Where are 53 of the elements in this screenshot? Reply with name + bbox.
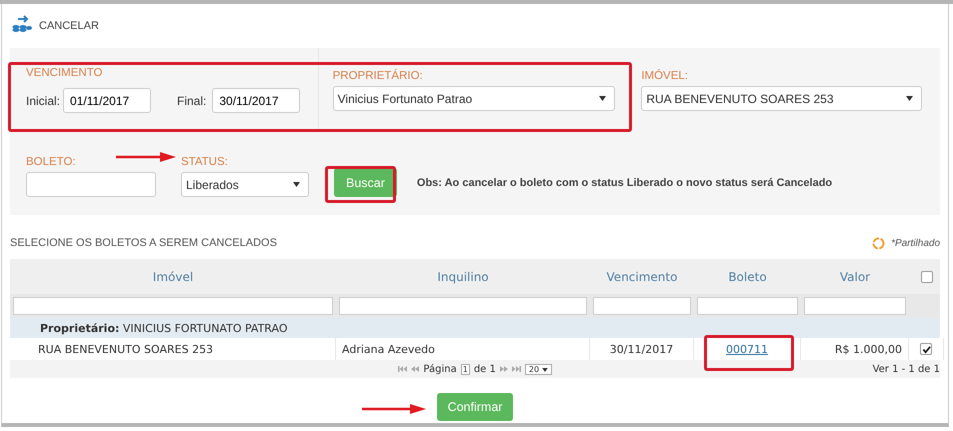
table-cell: 30/11/2017 xyxy=(590,338,694,360)
page-field[interactable]: 1 xyxy=(460,364,470,374)
column-header[interactable]: Imóvel xyxy=(10,270,336,284)
section-title: SELECIONE OS BOLETOS A SEREM CANCELADOS xyxy=(10,237,277,249)
caret-icon xyxy=(293,182,300,187)
boleto-link[interactable]: 000711 xyxy=(726,342,768,356)
field-label: VENCIMENTO xyxy=(26,67,102,79)
table-cell: R$ 1.000,00 xyxy=(801,338,909,360)
date-field[interactable]: 30/11/2017 xyxy=(212,88,300,113)
column-header[interactable]: Valor xyxy=(801,270,909,284)
field-label: PROPRIETÁRIO: xyxy=(332,70,423,82)
field-label: IMÓVEL: xyxy=(641,70,688,82)
column-header[interactable]: Inquilino xyxy=(336,270,590,284)
table-cell: RUA BENEVENUTO SOARES 253 xyxy=(10,338,336,360)
last-page-icon[interactable] xyxy=(512,366,521,372)
page-label: Página xyxy=(423,364,457,374)
filter-field[interactable] xyxy=(697,297,798,315)
field-label: BOLETO: xyxy=(26,156,76,168)
status-dropdown[interactable]: Liberados xyxy=(181,172,309,197)
arrow-icon xyxy=(362,403,426,415)
caret-icon xyxy=(542,368,548,372)
date-field[interactable]: 01/11/2017 xyxy=(63,88,152,113)
group-label: Proprietário: VINICIUS FORTUNATO PATRAO xyxy=(40,322,288,334)
coins-arrow-icon xyxy=(12,15,32,33)
select-all-checkbox[interactable] xyxy=(920,270,932,282)
note-text: Obs: Ao cancelar o boleto com o status Liberado o novo status será Cancelado xyxy=(416,177,832,189)
filter-field[interactable] xyxy=(339,297,587,315)
caret-icon xyxy=(906,96,913,101)
table-cell: Adriana Azevedo xyxy=(336,338,590,360)
prev-page-icon[interactable] xyxy=(411,366,420,372)
filter-field[interactable] xyxy=(593,297,691,315)
arrow-icon xyxy=(116,151,176,163)
caret-icon xyxy=(599,96,606,101)
page-count: de 1 xyxy=(474,364,496,374)
legend-text: *Partilhado xyxy=(891,238,940,248)
page-size-dropdown[interactable]: 20 xyxy=(524,364,552,374)
highlight-frame xyxy=(325,166,396,203)
field-label: STATUS: xyxy=(181,156,228,168)
field-label: Inicial: xyxy=(26,94,60,108)
next-page-icon[interactable] xyxy=(500,366,508,372)
filter-field[interactable] xyxy=(804,297,906,315)
owner-dropdown[interactable]: Vinicius Fortunato Patrao xyxy=(332,86,616,111)
column-header[interactable]: Vencimento xyxy=(590,270,694,284)
refresh-icon xyxy=(872,236,886,250)
column-header[interactable]: Boleto xyxy=(694,270,801,284)
filter-field[interactable] xyxy=(13,297,333,315)
first-page-icon[interactable] xyxy=(398,366,408,372)
record-count: Ver 1 - 1 de 1 xyxy=(872,364,940,374)
boleto-field[interactable] xyxy=(26,172,156,197)
property-dropdown[interactable]: RUA BENEVENUTO SOARES 253 xyxy=(641,86,922,111)
page-title: CANCELAR xyxy=(39,19,99,32)
row-checkbox[interactable] xyxy=(920,343,932,355)
field-label: Final: xyxy=(177,94,206,108)
